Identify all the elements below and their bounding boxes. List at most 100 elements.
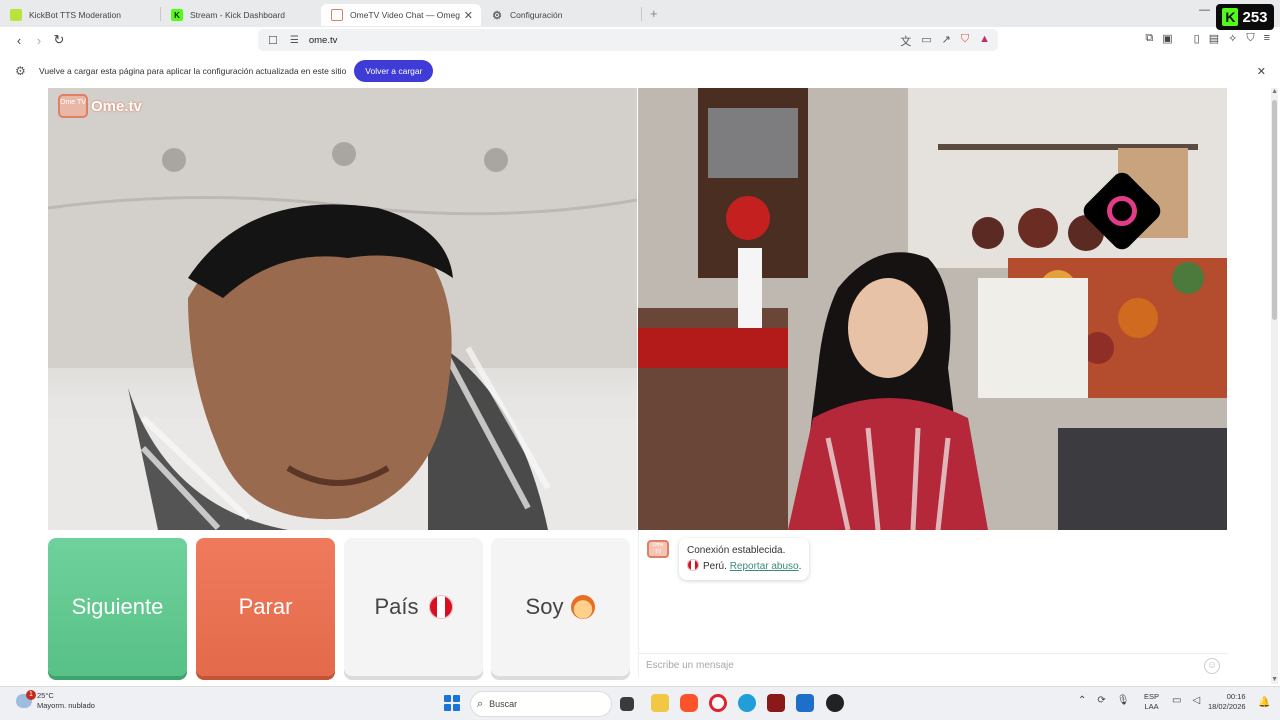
message-input[interactable] [646,660,1186,671]
chevron-up-icon[interactable]: ⌃ [1078,695,1086,706]
emoji-picker-icon[interactable]: ☺ [1204,658,1220,674]
remote-video [638,88,1227,530]
tab-ometv[interactable]: OmeTV Video Chat — Omeg ✕ [321,4,481,26]
sidebar-icon[interactable]: ▯ [1194,32,1200,45]
minimize-icon[interactable]: — [1199,4,1210,16]
cast-icon[interactable]: ▭ [921,33,931,49]
wallet-icon[interactable]: ▤ [1209,32,1219,45]
site-settings-icon[interactable]: ☰ [290,35,299,46]
bookmark-icon[interactable]: ☐ [268,34,278,47]
notification-bell-icon[interactable]: 🔔 [1258,697,1270,708]
leaf-icon [10,9,22,21]
taskbar-search[interactable]: ⌕ Buscar [470,691,612,717]
tab-configuracion[interactable]: ⚙ Configuración [481,4,641,26]
scroll-down-icon[interactable]: ▼ [1271,676,1278,683]
new-tab-button[interactable]: + [650,6,658,21]
translate-icon[interactable]: 文 [900,33,911,49]
search-label: Buscar [489,699,518,709]
microphone-icon[interactable]: 🎙 [1117,695,1130,706]
task-view-icon[interactable] [620,697,634,711]
weather-widget[interactable]: 1 25°C Mayorm. nublado [16,690,95,711]
tab-kick-dashboard[interactable]: K Stream - Kick Dashboard [161,4,321,26]
connection-status: Conexión establecida. [687,545,786,556]
extensions-icon[interactable]: ⧉ [1145,32,1153,45]
country-button[interactable]: País [344,538,483,676]
clock-date: 18/02/2026 [1208,702,1246,711]
remote-video-scene [638,88,1227,530]
stop-button[interactable]: Parar [196,538,335,676]
forward-icon[interactable]: › [29,33,49,48]
close-tab-icon[interactable]: ✕ [464,9,473,22]
network-icon[interactable]: ▭ [1172,695,1181,706]
local-video-scene [48,88,637,530]
address-bar: ‹ › ↻ ☐ ☰ ome.tv 文 ▭ ↗ ⛉ ▲ ⧉ ▣ ▯ ▤ ✧ ⛉ ≡ [0,27,1280,53]
gender-button-label: Soy [525,594,564,619]
back-icon[interactable]: ‹ [9,33,29,48]
ometv-logo-icon: Ome TV [58,94,88,118]
scrollbar-thumb[interactable] [1272,100,1277,320]
url-text: ome.tv [308,34,338,46]
chat-panel: Ome TV Conexión establecida. Perú. Repor… [638,530,1228,677]
report-suffix: . [798,561,802,572]
system-message: Conexión establecida. Perú. Reportar abu… [679,538,810,580]
notification-badge: 1 [26,690,36,700]
clock-time: 00:16 [1226,692,1246,701]
local-video [48,88,637,530]
temperature: 25°C [37,691,54,700]
screenshot-icon[interactable]: ▣ [1162,32,1172,45]
country-button-label: País [374,594,419,619]
search-icon: ⌕ [477,697,484,710]
tab-title: Stream - Kick Dashboard [190,10,285,20]
menu-icon[interactable]: ≡ [1264,32,1270,45]
edge-icon[interactable] [738,694,756,712]
opera-icon[interactable] [709,694,727,712]
language-code: ESP [1144,692,1160,701]
leo-ai-icon[interactable]: ✧ [1228,32,1237,45]
windows-taskbar: 1 25°C Mayorm. nublado ⌕ Buscar ⌃ ⟳ 🎙 ES… [0,686,1280,720]
kick-icon: K [171,9,183,21]
viewer-count: 253 [1242,8,1268,26]
clock[interactable]: 00:16 18/02/2026 [1208,692,1246,712]
obs-icon[interactable] [826,694,844,712]
store-icon[interactable] [796,694,814,712]
reload-page-button[interactable]: Volver a cargar [354,60,434,82]
brave-shield-icon[interactable]: ⛉ [961,33,969,49]
kick-viewer-badge: K 253 [1216,4,1274,30]
close-notice-icon[interactable]: ✕ [1257,65,1266,78]
peru-flag-icon [428,595,453,619]
start-button-icon[interactable] [444,695,460,711]
partner-country-line: Perú. Reportar abuso. [687,559,801,575]
brave-icon[interactable] [680,694,698,712]
volume-icon[interactable]: ◁ [1192,695,1200,706]
tab-kickbot[interactable]: KickBot TTS Moderation [0,4,160,26]
file-explorer-icon[interactable] [651,694,669,712]
tab-strip: KickBot TTS Moderation K Stream - Kick D… [0,0,1280,27]
scroll-up-icon[interactable]: ▲ [1271,88,1278,95]
partner-country: Perú. [703,561,727,572]
reload-notice-bar: ⚙ Vuelve a cargar esta página para aplic… [0,57,1280,85]
sync-icon[interactable]: ⟳ [1097,695,1105,706]
system-tray: ⌃ ⟳ 🎙 [1078,695,1129,706]
share-icon[interactable]: ↗ [942,33,951,49]
ometv-logo-text: Ome.tv [91,97,142,115]
next-button[interactable]: Siguiente [48,538,187,676]
reload-icon[interactable]: ↻ [49,32,69,48]
kick-logo-icon: K [1222,8,1239,26]
settings-gear-icon: ⚙ [15,64,26,78]
page-scrollbar[interactable] [1271,88,1278,684]
report-abuse-link[interactable]: Reportar abuso [730,561,799,572]
rewards-icon[interactable]: ▲ [979,33,990,49]
url-field[interactable]: ☐ ☰ ome.tv 文 ▭ ↗ ⛉ ▲ [258,29,998,51]
vpn-icon[interactable]: ⛉ [1246,32,1254,45]
ometv-chat-logo-icon: Ome TV [647,540,669,558]
peru-flag-icon [687,559,699,571]
gender-button[interactable]: Soy [491,538,630,676]
language-indicator[interactable]: ESP LAA [1144,692,1159,712]
tab-title: KickBot TTS Moderation [29,10,121,20]
cloud-icon: 1 [16,690,36,708]
tab-title: Configuración [510,10,563,20]
next-button-label: Siguiente [71,594,164,619]
gear-icon: ⚙ [492,9,502,22]
woman-emoji-icon [571,595,596,619]
app-red-icon[interactable] [767,694,785,712]
